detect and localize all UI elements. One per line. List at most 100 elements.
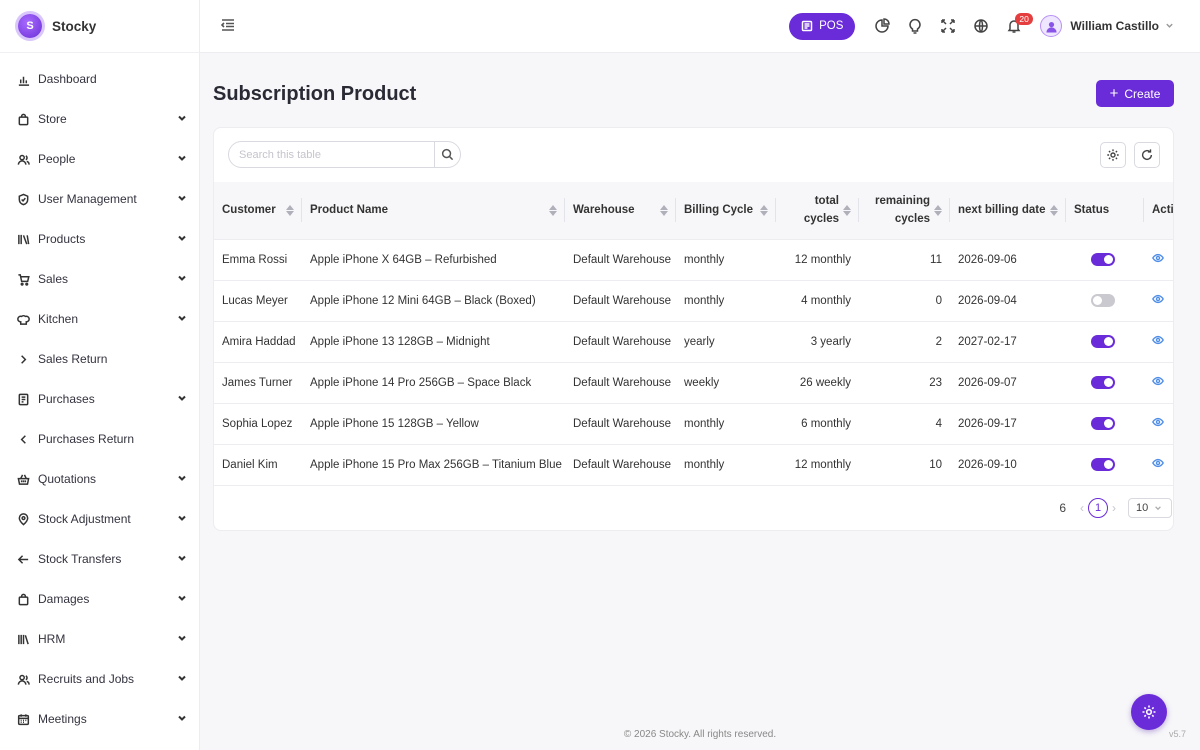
view-icon[interactable] — [1152, 458, 1164, 472]
pie-chart-icon[interactable] — [865, 13, 898, 40]
cell-product-name: Apple iPhone 14 Pro 256GB – Space Black — [302, 362, 565, 404]
sort-icon[interactable] — [760, 204, 768, 216]
pagination: 6 ‹ 1 › 10 — [1059, 498, 1172, 518]
create-label: Create — [1124, 86, 1161, 101]
sort-icon[interactable] — [843, 204, 851, 216]
page-button-current[interactable]: 1 — [1088, 498, 1108, 518]
cell-warehouse: Default Warehouse — [565, 321, 676, 363]
column-header[interactable]: remaining cycles — [859, 182, 950, 240]
notification-badge: 20 — [1015, 12, 1033, 25]
sidebar-item-stock-transfers[interactable]: Stock Transfers — [0, 539, 199, 579]
prev-page-icon[interactable]: ‹ — [1080, 501, 1084, 515]
view-icon[interactable] — [1152, 417, 1164, 431]
per-page-value: 10 — [1136, 502, 1149, 514]
cell-remaining-cycles: 2 — [859, 321, 950, 363]
sidebar-item-quotations[interactable]: Quotations — [0, 459, 199, 499]
status-toggle[interactable] — [1091, 294, 1115, 307]
sidebar-item-people[interactable]: People — [0, 139, 199, 179]
chevron-down-icon — [177, 632, 187, 646]
chevron-down-icon — [177, 392, 187, 406]
search-button[interactable] — [434, 142, 460, 167]
sidebar-item-dashboard[interactable]: Dashboard — [0, 59, 199, 99]
fullscreen-icon[interactable] — [931, 13, 964, 40]
column-header: Action — [1144, 182, 1173, 240]
sidebar-item-label: Sales — [38, 272, 69, 286]
settings-fab[interactable] — [1131, 694, 1167, 730]
user-menu[interactable]: William Castillo — [1040, 15, 1174, 37]
bar-chart-icon — [16, 72, 30, 86]
status-toggle[interactable] — [1091, 458, 1115, 471]
sidebar-item-hrm[interactable]: HRM — [0, 619, 199, 659]
chevron-down-icon — [177, 112, 187, 126]
globe-icon[interactable] — [964, 13, 997, 40]
cell-action — [1144, 362, 1173, 404]
sidebar-item-marketing[interactable]: Marketing — [0, 739, 199, 750]
sidebar-item-sales-return[interactable]: Sales Return — [0, 339, 199, 379]
sidebar-item-damages[interactable]: Damages — [0, 579, 199, 619]
sidebar-item-products[interactable]: Products — [0, 219, 199, 259]
sidebar-item-purchases-return[interactable]: Purchases Return — [0, 419, 199, 459]
column-header[interactable]: Billing Cycle — [676, 182, 776, 240]
calendar-icon — [16, 712, 30, 726]
avatar — [1040, 15, 1063, 37]
cell-warehouse: Default Warehouse — [565, 403, 676, 445]
sort-icon[interactable] — [934, 204, 942, 216]
sidebar-item-meetings[interactable]: Meetings — [0, 699, 199, 739]
brand-name: Stocky — [52, 18, 97, 34]
view-icon[interactable] — [1152, 335, 1164, 349]
sort-icon[interactable] — [660, 204, 668, 216]
column-header-label: next billing date — [958, 204, 1046, 217]
search-input[interactable] — [229, 142, 434, 167]
sidebar-item-label: User Management — [38, 192, 137, 206]
column-header[interactable]: Warehouse — [565, 182, 676, 240]
sort-icon[interactable] — [286, 204, 294, 216]
sort-icon[interactable] — [1050, 204, 1058, 216]
search-icon — [441, 148, 454, 161]
column-header[interactable]: total cycles — [776, 182, 859, 240]
sidebar-item-label: Sales Return — [38, 352, 108, 366]
sidebar-item-sales[interactable]: Sales — [0, 259, 199, 299]
cell-total-cycles: 26 weekly — [776, 362, 859, 404]
sidebar-item-user-management[interactable]: User Management — [0, 179, 199, 219]
status-toggle[interactable] — [1091, 417, 1115, 430]
create-button[interactable]: + Create — [1096, 80, 1174, 107]
view-icon[interactable] — [1152, 253, 1164, 267]
per-page-select[interactable]: 10 — [1128, 498, 1172, 518]
view-icon[interactable] — [1152, 294, 1164, 308]
column-header[interactable]: Customer — [214, 182, 302, 240]
refresh-button[interactable] — [1134, 142, 1160, 168]
brand[interactable]: S Stocky — [0, 0, 199, 53]
chevron-down-icon — [177, 152, 187, 166]
pos-button[interactable]: POS — [789, 12, 856, 40]
sidebar-item-recruits-and-jobs[interactable]: Recruits and Jobs — [0, 659, 199, 699]
sidebar-item-label: Dashboard — [38, 72, 97, 86]
cell-customer: Sophia Lopez — [214, 403, 302, 445]
sidebar-item-purchases[interactable]: Purchases — [0, 379, 199, 419]
sort-icon[interactable] — [549, 204, 557, 216]
view-icon[interactable] — [1152, 376, 1164, 390]
column-header[interactable]: Product Name — [302, 182, 565, 240]
cell-remaining-cycles: 23 — [859, 362, 950, 404]
cell-warehouse: Default Warehouse — [565, 362, 676, 404]
notification-bell-icon[interactable]: 20 — [997, 12, 1033, 40]
cell-remaining-cycles: 4 — [859, 403, 950, 445]
menu-toggle-icon[interactable] — [220, 17, 238, 35]
column-header[interactable]: next billing date — [950, 182, 1066, 240]
cell-next-billing-date: 2026-09-06 — [950, 239, 1066, 281]
cell-warehouse: Default Warehouse — [565, 280, 676, 322]
lightbulb-icon[interactable] — [898, 13, 931, 40]
sidebar-item-kitchen[interactable]: Kitchen — [0, 299, 199, 339]
footer-copyright: © 2026 Stocky. All rights reserved. — [623, 729, 777, 740]
cell-product-name: Apple iPhone 15 128GB – Yellow — [302, 403, 565, 445]
users-icon — [16, 152, 30, 166]
sidebar-item-stock-adjustment[interactable]: Stock Adjustment — [0, 499, 199, 539]
cell-customer: Daniel Kim — [214, 444, 302, 486]
sidebar-item-label: Kitchen — [38, 312, 79, 326]
table-settings-button[interactable] — [1100, 142, 1126, 168]
next-page-icon[interactable]: › — [1112, 501, 1116, 515]
cell-total-cycles: 12 monthly — [776, 239, 859, 281]
status-toggle[interactable] — [1091, 376, 1115, 389]
status-toggle[interactable] — [1091, 253, 1115, 266]
sidebar-item-store[interactable]: Store — [0, 99, 199, 139]
status-toggle[interactable] — [1091, 335, 1115, 348]
